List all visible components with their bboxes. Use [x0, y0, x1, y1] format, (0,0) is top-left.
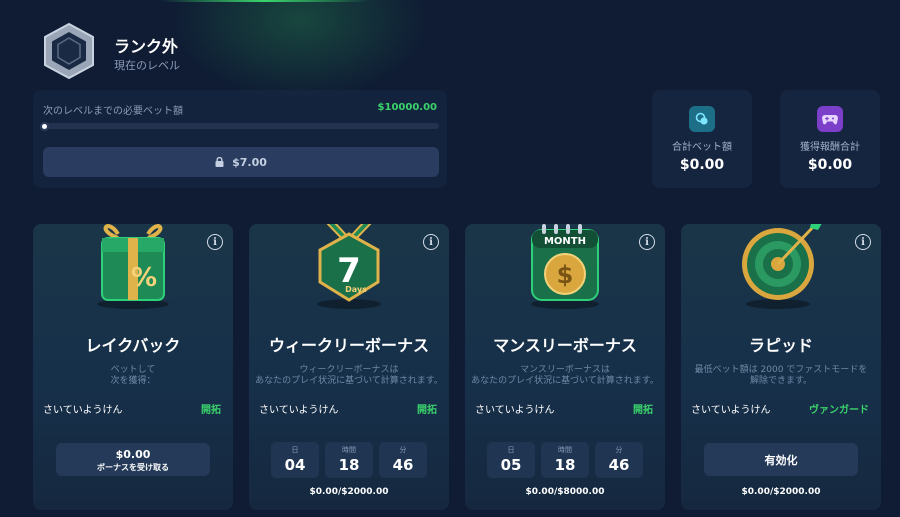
requirement-label: さいていようけん	[475, 405, 555, 416]
requirement-rank: 開拓	[633, 405, 653, 416]
requirement-rank: 開拓	[417, 405, 437, 416]
card-description: マンスリーボーナスは あなたのプレイ状況に基づいて計算されます。	[471, 365, 659, 386]
timer-minutes: 分 46	[595, 442, 643, 478]
weekly-bonus-card: i 7 Days ウィークリーボーナス ウィークリーボーナスは あなたのプレイ状…	[249, 224, 449, 510]
claim-bonus-button[interactable]: $0.00 ボーナスを受け取る	[56, 443, 210, 476]
card-title: ラピッド	[748, 336, 813, 355]
svg-text:MONTH: MONTH	[544, 236, 586, 247]
medal-7days-icon: 7 Days	[317, 224, 381, 309]
requirement-row: さいていようけん 開拓	[259, 401, 437, 416]
info-icon[interactable]: i	[855, 234, 871, 250]
card-progress-text: $0.00/$2000.00	[309, 487, 389, 497]
timer-days: 日 05	[487, 442, 535, 478]
header-accent-line	[160, 0, 370, 2]
card-title: ウィークリーボーナス	[268, 336, 429, 355]
svg-text:%: %	[131, 263, 157, 293]
countdown-timer: 日 05 時間 18 分 46	[487, 442, 643, 478]
progress-track	[43, 123, 439, 129]
card-description: 最低ベット額は 2000 でファストモードを 解除できます。	[694, 365, 868, 386]
requirement-rank: ヴァンガード	[809, 405, 869, 416]
card-description: ベットして 次を獲得：	[110, 365, 156, 386]
requirement-row: さいていようけん ヴァンガード	[691, 401, 869, 416]
svg-text:Days: Days	[345, 285, 367, 294]
timer-hours: 時間 18	[325, 442, 373, 478]
requirement-row: さいていようけん 開拓	[43, 401, 221, 416]
rank-title: ランク外	[114, 37, 179, 56]
total-reward-card: 獲得報酬合計 $0.00	[780, 90, 880, 188]
requirement-rank: 開拓	[201, 405, 221, 416]
total-bet-card: 合計ベット額 $0.00	[652, 90, 752, 188]
level-progress-panel: 次のレベルまでの必要ベット額 $10000.00 $7.00	[33, 90, 447, 188]
gift-percent-icon: %	[97, 224, 169, 309]
coins-icon	[689, 106, 715, 132]
activate-button[interactable]: 有効化	[704, 443, 858, 476]
timer-hours: 時間 18	[541, 442, 589, 478]
timer-days: 日 04	[271, 442, 319, 478]
requirement-label: さいていようけん	[259, 405, 339, 416]
lock-icon	[215, 157, 224, 167]
card-title: マンスリーボーナス	[493, 336, 637, 355]
current-bet-bar: $7.00	[43, 147, 439, 177]
card-progress-text: $0.00/$2000.00	[741, 487, 821, 497]
rapid-card: i ラピッド 最低ベット額は 2000 でファストモードを 解除できます。 さい…	[681, 224, 881, 510]
rank-badge-icon	[44, 22, 94, 80]
header-glow	[170, 0, 430, 100]
next-level-target: $10000.00	[377, 102, 437, 113]
claim-amount: $0.00	[115, 448, 151, 461]
dartboard-icon	[742, 224, 822, 309]
card-title: レイクバック	[85, 336, 181, 355]
requirement-label: さいていようけん	[691, 405, 771, 416]
svg-text:$: $	[557, 261, 574, 289]
rakeback-card: i % レイクバック ベットして 次を獲得： さいていようけん 開拓 $0.00…	[33, 224, 233, 510]
gamepad-icon	[817, 106, 843, 132]
total-reward-label: 獲得報酬合計	[800, 142, 860, 153]
calendar-dollar-icon: MONTH $	[531, 224, 599, 309]
card-progress-text: $0.00/$8000.00	[525, 487, 605, 497]
total-reward-value: $0.00	[807, 157, 853, 173]
countdown-timer: 日 04 時間 18 分 46	[271, 442, 427, 478]
requirement-row: さいていようけん 開拓	[475, 401, 653, 416]
info-icon[interactable]: i	[207, 234, 223, 250]
requirement-label: さいていようけん	[43, 405, 123, 416]
monthly-bonus-card: i MONTH $ マンスリーボーナス マンスリーボーナスは あなたのプレイ状況…	[465, 224, 665, 510]
rank-subtitle: 現在のレベル	[114, 59, 180, 72]
progress-knob	[40, 122, 49, 131]
info-icon[interactable]: i	[639, 234, 655, 250]
total-bet-value: $0.00	[679, 157, 725, 173]
card-description: ウィークリーボーナスは あなたのプレイ状況に基づいて計算されます。	[255, 365, 443, 386]
claim-label: ボーナスを受け取る	[97, 463, 169, 472]
info-icon[interactable]: i	[423, 234, 439, 250]
timer-minutes: 分 46	[379, 442, 427, 478]
total-bet-label: 合計ベット額	[672, 142, 732, 153]
current-bet-amount: $7.00	[232, 155, 267, 169]
next-level-label: 次のレベルまでの必要ベット額	[43, 106, 183, 117]
